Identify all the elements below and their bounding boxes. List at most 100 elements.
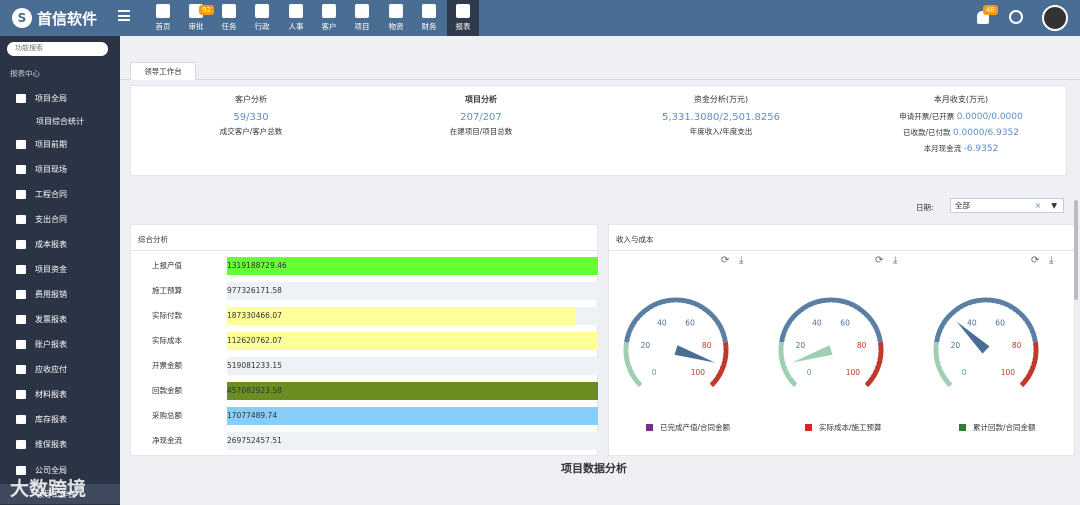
bar-value: 269752457.51 — [227, 436, 282, 445]
gauge-tick — [944, 325, 948, 328]
nav-tasks[interactable]: 任务 — [213, 0, 245, 36]
avatar[interactable] — [1042, 5, 1068, 31]
gauge-tick — [1013, 311, 1016, 315]
gauge-tick — [864, 318, 868, 321]
gauge-tick — [1027, 367, 1031, 370]
sidebar-item-reimbursement[interactable]: 费用报销 — [0, 284, 120, 304]
gauge-tick — [939, 359, 943, 361]
gauge-tick — [869, 362, 877, 366]
nav-home[interactable]: 首页 — [147, 0, 179, 36]
tab-leader-desk[interactable]: 领导工作台 — [130, 62, 196, 80]
gauge-tick — [718, 333, 722, 336]
nav-finance[interactable]: 财务 — [413, 0, 445, 36]
gauge-tick — [791, 321, 799, 327]
gauge-tick — [865, 378, 869, 381]
gauge-tick — [646, 311, 649, 315]
gauge-tick — [650, 309, 653, 313]
gauge-tick — [870, 371, 874, 374]
legend-item[interactable]: 实际成本/施工预算 — [805, 422, 882, 433]
money-bag-icon — [422, 4, 436, 18]
scrollbar[interactable] — [1074, 200, 1078, 300]
top-bar: S 首信软件 首页 审批 92 任务 行政 人事 客户 项目 物资 财务 报表 4… — [0, 0, 1080, 36]
gear-icon[interactable] — [1009, 10, 1023, 24]
legend-item[interactable]: 累计回款/合同金额 — [959, 422, 1036, 433]
nav-customers[interactable]: 客户 — [313, 0, 345, 36]
sidebar-item-project-site[interactable]: 项目现场 — [0, 159, 120, 179]
gauge-tick — [791, 375, 794, 378]
app-title: 首信软件 — [37, 9, 98, 28]
gauge-tick — [638, 378, 642, 381]
gauge-tick — [952, 314, 956, 318]
nav-hr[interactable]: 人事 — [280, 0, 312, 36]
bar-row: 回款金额 457082923.58 — [131, 382, 598, 400]
legend-item[interactable]: 已完成产值/合同金额 — [646, 422, 730, 433]
gauge-tick — [946, 321, 954, 327]
section-title: 项目数据分析 — [561, 462, 627, 475]
gauge-tick-label: 0 — [807, 368, 812, 377]
sidebar-item-receivables[interactable]: 应收应付 — [0, 359, 120, 379]
projects-icon — [355, 4, 369, 18]
gauge-tick — [704, 378, 711, 385]
bar-row: 实际成本 112620762.07 — [131, 332, 598, 350]
gauge-tick — [636, 321, 644, 327]
nav-admin[interactable]: 行政 — [246, 0, 278, 36]
sidebar-item-invoices[interactable]: 发票报表 — [0, 309, 120, 329]
gauge-tick — [801, 311, 804, 315]
sidebar-item-project-early[interactable]: 项目前期 — [0, 134, 120, 154]
gauge-tick — [694, 306, 699, 314]
menu-toggle-icon[interactable] — [118, 10, 130, 21]
gauge-tick — [821, 302, 823, 306]
gauge-tick — [716, 341, 724, 345]
bar-track: 519081233.15 — [227, 357, 598, 375]
gauge-tick — [956, 311, 959, 315]
sidebar-item-project-stats[interactable]: 项目综合统计 — [0, 111, 120, 131]
app-logo[interactable]: S 首信软件 — [12, 6, 97, 30]
summary-panel: 客户分析 59/330 成交客户/客户总数 项目分析 207/207 在建项目/… — [130, 85, 1067, 176]
sidebar-item-materials[interactable]: 材料报表 — [0, 384, 120, 404]
gauge-tick — [1004, 306, 1009, 314]
sidebar-item-project-funds[interactable]: 项目资金 — [0, 259, 120, 279]
wrench-icon — [16, 439, 26, 449]
cubes-icon — [16, 414, 26, 424]
gauge-tick-label: 80 — [702, 341, 712, 350]
gauge-tick — [628, 341, 636, 345]
nav-projects[interactable]: 项目 — [346, 0, 378, 36]
chevron-down-icon[interactable]: ▼ — [1051, 199, 1057, 212]
search-input[interactable] — [7, 42, 108, 56]
gauge-tick-label: 40 — [812, 318, 822, 327]
bar-fill — [227, 407, 598, 425]
bar-value: 977326171.58 — [227, 286, 282, 295]
gauge-tick — [629, 337, 633, 340]
hr-icon — [289, 4, 303, 18]
gauge-tick — [874, 359, 878, 361]
gauge-tick — [858, 311, 861, 315]
sidebar-item-project-global[interactable]: 项目全局 — [0, 88, 120, 108]
clear-icon[interactable]: × — [1035, 199, 1041, 212]
sidebar-item-maintenance[interactable]: 维保报表 — [0, 434, 120, 454]
nav-approval[interactable]: 审批 92 — [180, 0, 214, 36]
nav-materials[interactable]: 物资 — [380, 0, 412, 36]
sidebar-item-cost-report[interactable]: 成本报表 — [0, 234, 120, 254]
gauge-tick — [634, 325, 638, 328]
gauge-tick — [631, 367, 635, 370]
gauge-tick — [706, 314, 710, 318]
sidebar-item-accounts[interactable]: 账户报表 — [0, 334, 120, 354]
sidebar-item-inventory[interactable]: 库存报表 — [0, 409, 120, 429]
gauge-tick — [784, 359, 788, 361]
gauge-tick — [849, 306, 854, 314]
gauge-tick — [871, 329, 875, 332]
gauge-tick — [788, 371, 792, 374]
sidebar-item-contracts[interactable]: 工程合同 — [0, 184, 120, 204]
gauge-tick — [639, 318, 643, 321]
gauge-tick — [785, 333, 789, 336]
gauge-tick — [786, 367, 790, 370]
yen-icon — [16, 264, 26, 274]
date-filter-select[interactable]: 全部 × ▼ — [950, 198, 1064, 213]
gauge-tick-label: 40 — [657, 318, 667, 327]
bar-track: 269752457.51 — [227, 432, 598, 450]
customers-icon — [322, 4, 336, 18]
gauge-tick — [1029, 359, 1033, 361]
sidebar-item-expense-contracts[interactable]: 支出合同 — [0, 209, 120, 229]
nav-reports[interactable]: 报表 — [447, 0, 479, 36]
gauge-tick — [854, 309, 857, 313]
